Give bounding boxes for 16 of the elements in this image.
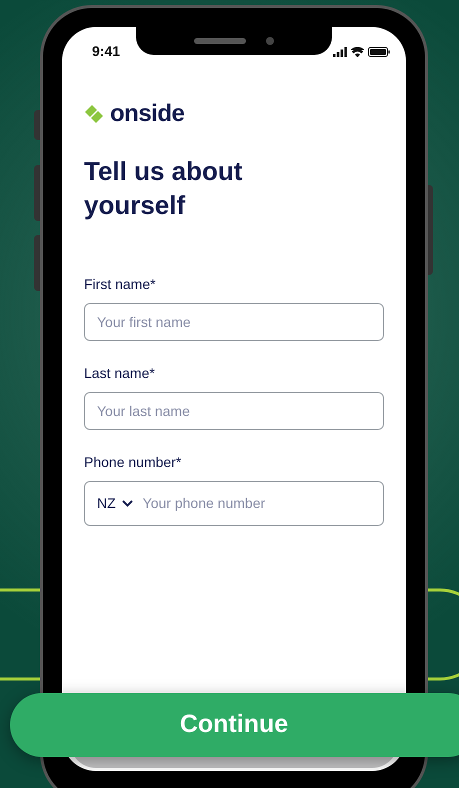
chevron-down-icon — [122, 500, 133, 507]
battery-icon — [368, 46, 390, 56]
input-field[interactable]: Your first name — [84, 303, 384, 341]
field-label: First name* — [84, 275, 157, 294]
logo-icon — [84, 105, 104, 123]
page-heading: Tell us about yourself — [84, 155, 244, 222]
signal-icon — [333, 46, 347, 56]
brand-name: onside — [110, 102, 184, 126]
status-time: 9:41 — [92, 42, 120, 61]
wifi-icon — [351, 46, 364, 56]
field-label: Phone number* — [84, 453, 182, 472]
field-label: Last name* — [84, 364, 156, 383]
country-code-dropdown[interactable]: NZ — [97, 493, 133, 514]
input-field[interactable]: Your last name — [84, 392, 384, 430]
phone-input-field[interactable]: NZ Your phone number — [84, 481, 384, 526]
speaker-grille — [194, 38, 246, 44]
